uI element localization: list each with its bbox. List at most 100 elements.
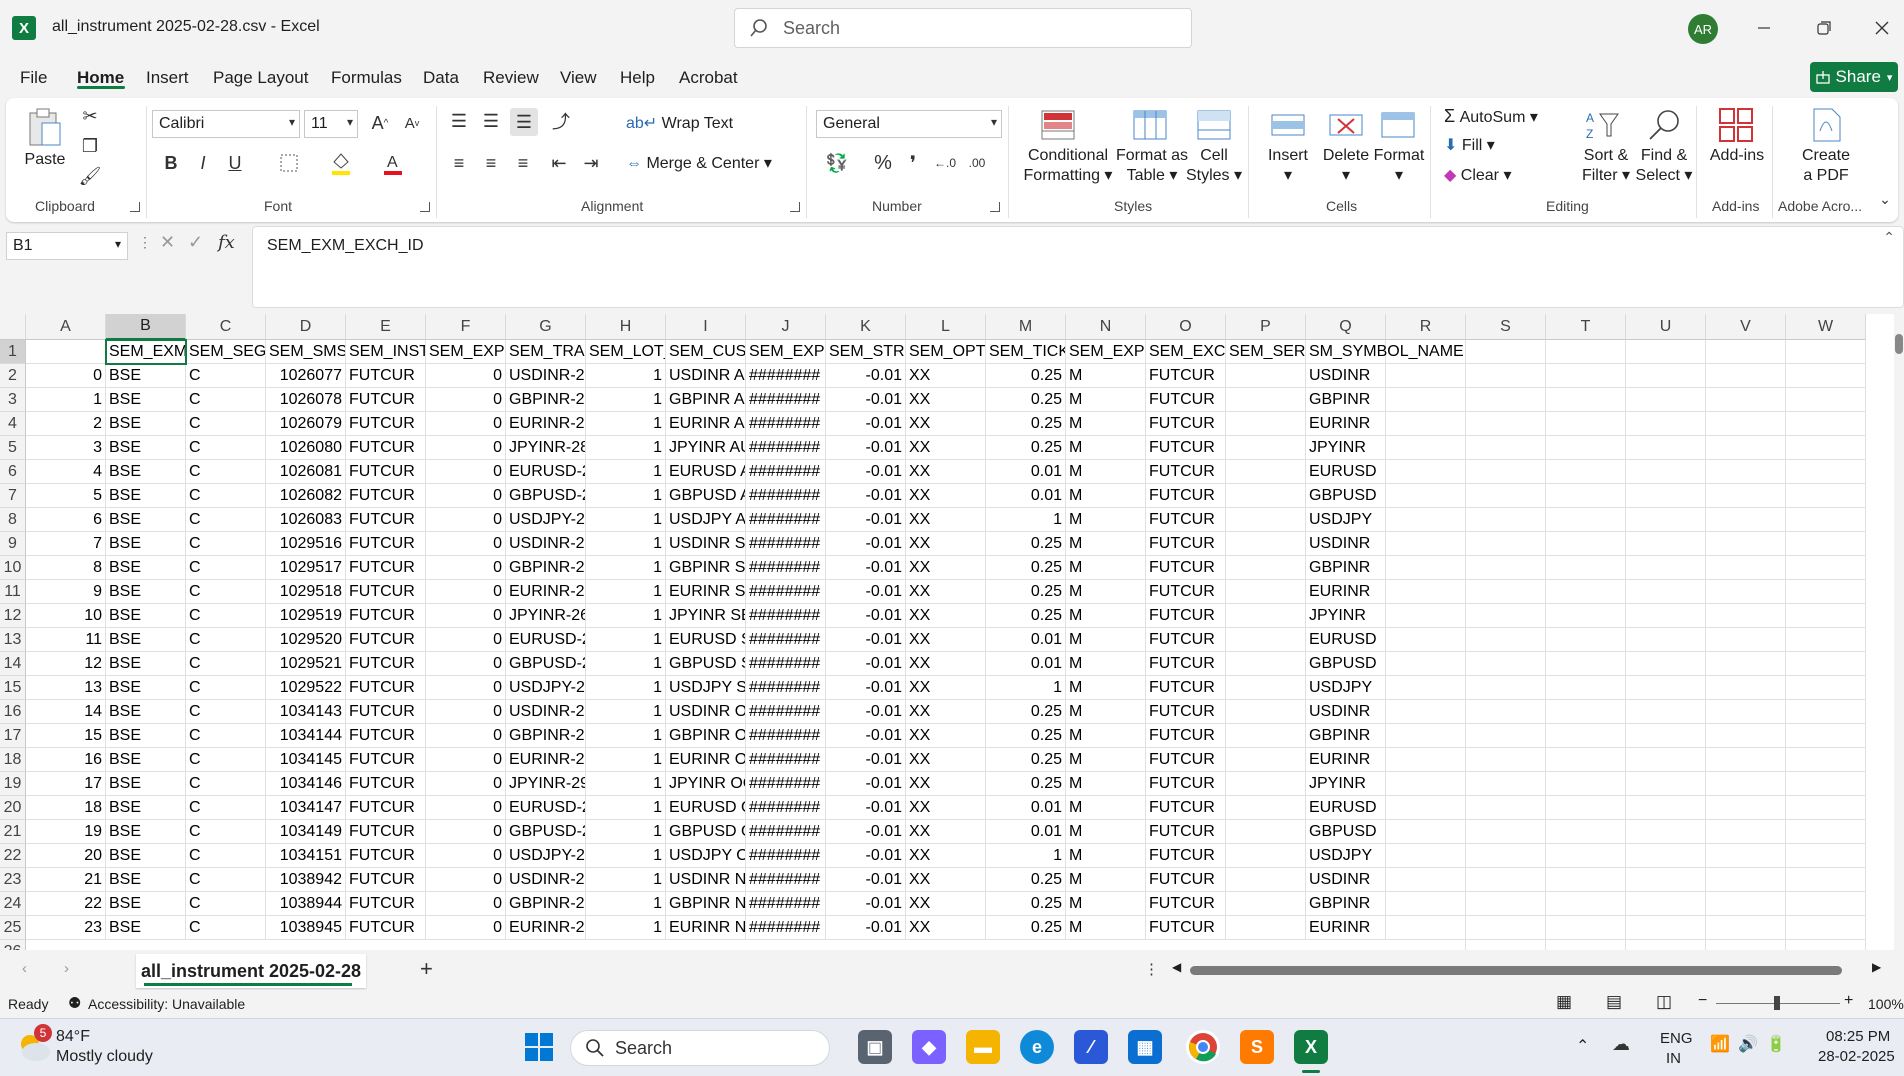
header-cell[interactable]: SEM_TICK: [986, 340, 1066, 364]
table-cell[interactable]: EURUSD SI: [666, 628, 746, 652]
tab-file[interactable]: File: [20, 68, 47, 88]
table-cell[interactable]: FUTCUR: [346, 796, 426, 820]
table-cell[interactable]: GBPINR: [1306, 724, 1386, 748]
empty-cell[interactable]: [1786, 892, 1866, 916]
table-cell[interactable]: -0.01: [826, 868, 906, 892]
empty-cell[interactable]: [1626, 700, 1706, 724]
row-header[interactable]: 10: [0, 556, 26, 580]
row-header[interactable]: 12: [0, 604, 26, 628]
tab-data[interactable]: Data: [423, 68, 459, 88]
table-cell[interactable]: 12: [26, 652, 106, 676]
empty-cell[interactable]: [1786, 940, 1866, 950]
table-cell[interactable]: XX: [906, 628, 986, 652]
empty-cell[interactable]: [1466, 772, 1546, 796]
empty-cell[interactable]: [1626, 940, 1706, 950]
table-cell[interactable]: [1226, 412, 1306, 436]
table-cell[interactable]: C: [186, 916, 266, 940]
table-cell[interactable]: FUTCUR: [1146, 676, 1226, 700]
table-cell[interactable]: M: [1066, 676, 1146, 700]
empty-cell[interactable]: [1626, 892, 1706, 916]
table-cell[interactable]: USDJPY-26: [506, 676, 586, 700]
table-cell[interactable]: FUTCUR: [1146, 796, 1226, 820]
empty-cell[interactable]: [1466, 604, 1546, 628]
empty-cell[interactable]: [1786, 340, 1866, 364]
empty-cell[interactable]: [1466, 700, 1546, 724]
column-header-d[interactable]: D: [266, 314, 346, 340]
table-cell[interactable]: -0.01: [826, 532, 906, 556]
table-cell[interactable]: EURUSD O: [666, 796, 746, 820]
table-cell[interactable]: [1226, 844, 1306, 868]
table-cell[interactable]: GBPINR-28: [506, 388, 586, 412]
table-cell[interactable]: JPYINR: [1306, 772, 1386, 796]
table-cell[interactable]: ########: [746, 916, 826, 940]
table-cell[interactable]: 0: [426, 916, 506, 940]
column-header-e[interactable]: E: [346, 314, 426, 340]
table-cell[interactable]: 1: [586, 892, 666, 916]
empty-cell[interactable]: [1466, 580, 1546, 604]
table-cell[interactable]: ########: [746, 604, 826, 628]
empty-cell[interactable]: [1466, 916, 1546, 940]
table-cell[interactable]: -0.01: [826, 460, 906, 484]
table-cell[interactable]: FUTCUR: [1146, 916, 1226, 940]
percent-style-icon[interactable]: %: [870, 150, 896, 176]
table-cell[interactable]: 0.25: [986, 748, 1066, 772]
table-cell[interactable]: XX: [906, 652, 986, 676]
header-cell[interactable]: SEM_SEGM: [186, 340, 266, 364]
table-cell[interactable]: GBPUSD-2: [506, 820, 586, 844]
create-pdf-button[interactable]: Create a PDF: [1788, 146, 1864, 186]
table-cell[interactable]: FUTCUR: [346, 580, 426, 604]
table-cell[interactable]: 0.25: [986, 556, 1066, 580]
close-button[interactable]: [1866, 14, 1898, 42]
empty-cell[interactable]: [1626, 820, 1706, 844]
table-cell[interactable]: GBPUSD: [1306, 484, 1386, 508]
table-cell[interactable]: 0: [426, 532, 506, 556]
insert-cells-button[interactable]: Insert ▾: [1264, 146, 1312, 186]
empty-cell[interactable]: [1706, 820, 1786, 844]
fill-color-icon[interactable]: [328, 148, 354, 178]
empty-cell[interactable]: [1546, 484, 1626, 508]
bold-button[interactable]: B: [158, 150, 184, 176]
tab-help[interactable]: Help: [620, 68, 655, 88]
borders-icon[interactable]: [276, 150, 302, 176]
empty-cell[interactable]: [1626, 508, 1706, 532]
header-cell[interactable]: SEM_LOT_: [586, 340, 666, 364]
table-cell[interactable]: 1034149: [266, 820, 346, 844]
table-cell[interactable]: JPYINR-28: [506, 436, 586, 460]
table-cell[interactable]: EURINR: [1306, 916, 1386, 940]
table-cell[interactable]: GBPUSD-2: [506, 652, 586, 676]
delete-cells-icon[interactable]: [1326, 106, 1366, 144]
table-cell[interactable]: 3: [26, 436, 106, 460]
table-cell[interactable]: 0.25: [986, 580, 1066, 604]
empty-cell[interactable]: [1626, 916, 1706, 940]
table-cell[interactable]: -0.01: [826, 724, 906, 748]
empty-cell[interactable]: [1706, 508, 1786, 532]
table-cell[interactable]: BSE: [106, 556, 186, 580]
table-cell[interactable]: BSE: [106, 412, 186, 436]
table-cell[interactable]: EURUSD: [1306, 796, 1386, 820]
empty-cell[interactable]: [1626, 628, 1706, 652]
scroll-right-icon[interactable]: ▶: [1872, 960, 1881, 974]
top-align-icon[interactable]: ☰: [446, 108, 472, 134]
empty-cell[interactable]: [1386, 340, 1466, 364]
restore-button[interactable]: [1808, 14, 1840, 42]
column-header-c[interactable]: C: [186, 314, 266, 340]
table-cell[interactable]: BSE: [106, 844, 186, 868]
table-cell[interactable]: ########: [746, 364, 826, 388]
table-cell[interactable]: [1226, 868, 1306, 892]
file-explorer-icon[interactable]: ▬: [966, 1030, 1000, 1064]
table-cell[interactable]: GBPINR: [1306, 388, 1386, 412]
wrap-text-button[interactable]: ab↵ Wrap Text: [626, 114, 756, 134]
table-cell[interactable]: BSE: [106, 796, 186, 820]
store-icon[interactable]: ▦: [1128, 1030, 1162, 1064]
empty-cell[interactable]: [1546, 772, 1626, 796]
table-cell[interactable]: 1034147: [266, 796, 346, 820]
edge-browser-icon[interactable]: e: [1020, 1030, 1054, 1064]
table-cell[interactable]: EURINR: [1306, 580, 1386, 604]
table-cell[interactable]: ########: [746, 556, 826, 580]
row-header[interactable]: 24: [0, 892, 26, 916]
table-cell[interactable]: FUTCUR: [346, 460, 426, 484]
empty-cell[interactable]: [1386, 940, 1466, 950]
table-cell[interactable]: EURINR-26: [506, 580, 586, 604]
table-cell[interactable]: M: [1066, 508, 1146, 532]
table-cell[interactable]: BSE: [106, 916, 186, 940]
